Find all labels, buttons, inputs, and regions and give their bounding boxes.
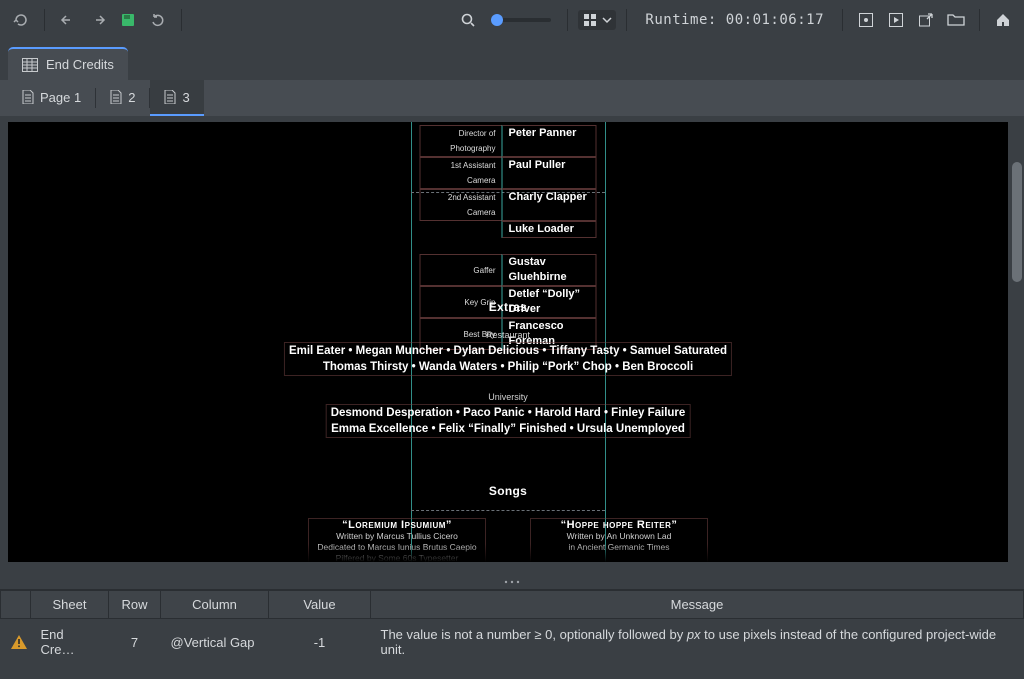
page-tab-1[interactable]: Page 1 bbox=[8, 80, 95, 116]
message-row[interactable]: End Cre… 7 @Vertical Gap -1 The value is… bbox=[1, 619, 1024, 666]
export-button[interactable] bbox=[913, 7, 939, 33]
preview-scrollbar[interactable] bbox=[1010, 122, 1024, 562]
play-box-icon bbox=[858, 12, 874, 28]
section-sub-restaurant: Restaurant bbox=[486, 330, 530, 340]
export-icon bbox=[918, 12, 934, 28]
warning-icon bbox=[11, 635, 21, 649]
view-mode-dropdown[interactable] bbox=[578, 10, 616, 30]
redo-button[interactable] bbox=[85, 7, 111, 33]
page-icon bbox=[22, 90, 34, 104]
page-tab-3[interactable]: 3 bbox=[150, 80, 203, 116]
undo-button[interactable] bbox=[55, 7, 81, 33]
spreadsheet-icon bbox=[22, 58, 38, 72]
section-title-songs: Songs bbox=[489, 484, 527, 498]
tab-end-credits[interactable]: End Credits bbox=[8, 47, 128, 80]
refresh-button[interactable] bbox=[8, 7, 34, 33]
messages-panel: Sheet Row Column Value Message End Cre… … bbox=[0, 589, 1024, 665]
page-tabs: Page 1 2 3 bbox=[0, 80, 1024, 116]
document-tabs: End Credits bbox=[0, 40, 1024, 80]
undo-icon bbox=[60, 12, 76, 28]
section-title-extras: Extras bbox=[489, 300, 528, 314]
revert-icon bbox=[150, 12, 166, 28]
chevron-down-icon bbox=[602, 15, 612, 25]
search-button[interactable] bbox=[455, 7, 481, 33]
message-text: The value is not a number ≥ 0, optionall… bbox=[371, 619, 1024, 666]
page-icon bbox=[164, 90, 176, 104]
play-button[interactable] bbox=[883, 7, 909, 33]
runtime-display: Runtime: 00:01:06:17 bbox=[645, 12, 824, 28]
home-icon bbox=[995, 12, 1011, 28]
credits-canvas[interactable]: Director of PhotographyPeter Panner 1st … bbox=[8, 122, 1008, 562]
preview-area: Director of PhotographyPeter Panner 1st … bbox=[0, 116, 1024, 574]
cast-list: Desmond Desperation • Paco Panic • Harol… bbox=[326, 404, 691, 438]
zoom-slider[interactable] bbox=[491, 18, 551, 22]
crew-block: Director of PhotographyPeter Panner 1st … bbox=[420, 125, 597, 350]
row-divider bbox=[411, 510, 605, 511]
page-icon bbox=[110, 90, 122, 104]
tab-label: End Credits bbox=[46, 57, 114, 72]
search-icon bbox=[460, 12, 476, 28]
home-button[interactable] bbox=[990, 7, 1016, 33]
main-toolbar: Runtime: 00:01:06:17 bbox=[0, 0, 1024, 40]
section-sub-university: University bbox=[488, 392, 528, 402]
panel-resize-handle[interactable] bbox=[0, 574, 1024, 589]
open-folder-button[interactable] bbox=[943, 7, 969, 33]
save-button[interactable] bbox=[115, 7, 141, 33]
messages-header-row: Sheet Row Column Value Message bbox=[1, 591, 1024, 619]
page-tab-2[interactable]: 2 bbox=[96, 80, 149, 116]
folder-icon bbox=[947, 12, 965, 28]
play-icon bbox=[888, 12, 904, 28]
grid-icon bbox=[582, 12, 598, 28]
play-start-button[interactable] bbox=[853, 7, 879, 33]
save-icon bbox=[121, 13, 135, 27]
refresh-icon bbox=[13, 12, 29, 28]
redo-icon bbox=[90, 12, 106, 28]
cast-list: Emil Eater • Megan Muncher • Dylan Delic… bbox=[284, 342, 732, 376]
revert-button[interactable] bbox=[145, 7, 171, 33]
drag-dots-icon bbox=[502, 579, 522, 585]
